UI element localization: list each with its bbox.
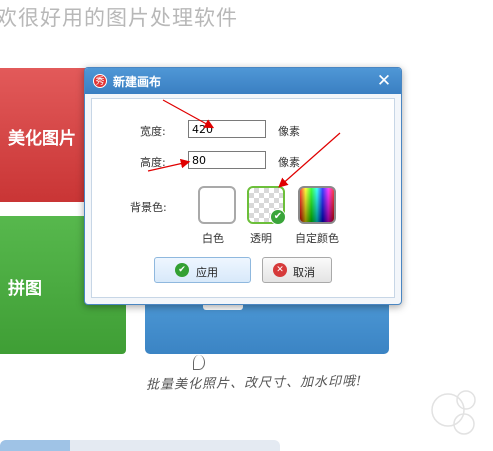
handwriting-mark-icon: [193, 355, 205, 370]
handwritten-note: 批量美化照片、改尺寸、加水印哦!: [145, 374, 363, 393]
headline-text: 欢很好用的图片处理软件: [0, 6, 238, 30]
new-canvas-dialog: 秀 新建画布 ✕ 宽度: 像素 高度: 像素 背景色: ✔ 白色 透明 自定颜色…: [84, 67, 402, 305]
bottom-tab-bar: [0, 440, 280, 451]
apply-button-label: 应用: [196, 266, 218, 279]
beautify-photo-label: 美化图片: [8, 129, 76, 149]
apply-check-icon: ✔: [175, 263, 189, 277]
transparent-swatch-label: 透明: [250, 232, 272, 245]
custom-color-swatch[interactable]: [298, 186, 336, 224]
height-label: 高度:: [140, 156, 166, 169]
cancel-button[interactable]: ✕ 取消: [262, 257, 332, 283]
width-input[interactable]: [188, 120, 266, 138]
background-color-label: 背景色:: [130, 201, 167, 214]
dialog-content-panel: 宽度: 像素 高度: 像素 背景色: ✔ 白色 透明 自定颜色 ✔ 应用 ✕ 取…: [91, 98, 395, 298]
width-label: 宽度:: [140, 125, 166, 138]
selected-check-icon: ✔: [270, 209, 286, 225]
cancel-button-label: 取消: [293, 266, 315, 279]
collage-label: 拼图: [8, 279, 42, 299]
decorative-bubbles-icon: [431, 390, 476, 435]
close-button[interactable]: ✕: [375, 72, 393, 90]
app-logo-icon: 秀: [93, 74, 107, 88]
width-unit-label: 像素: [278, 125, 300, 138]
bottom-tab-active[interactable]: [0, 440, 70, 451]
cancel-x-icon: ✕: [273, 263, 287, 277]
white-swatch-label: 白色: [202, 232, 224, 245]
white-swatch[interactable]: [198, 186, 236, 224]
custom-color-swatch-label: 自定颜色: [295, 232, 339, 245]
height-input[interactable]: [188, 151, 266, 169]
apply-button[interactable]: ✔ 应用: [154, 257, 251, 283]
dialog-title: 新建画布: [113, 75, 162, 89]
dialog-titlebar[interactable]: 秀 新建画布 ✕: [85, 68, 401, 94]
transparent-swatch[interactable]: ✔: [247, 186, 286, 225]
height-unit-label: 像素: [278, 156, 300, 169]
